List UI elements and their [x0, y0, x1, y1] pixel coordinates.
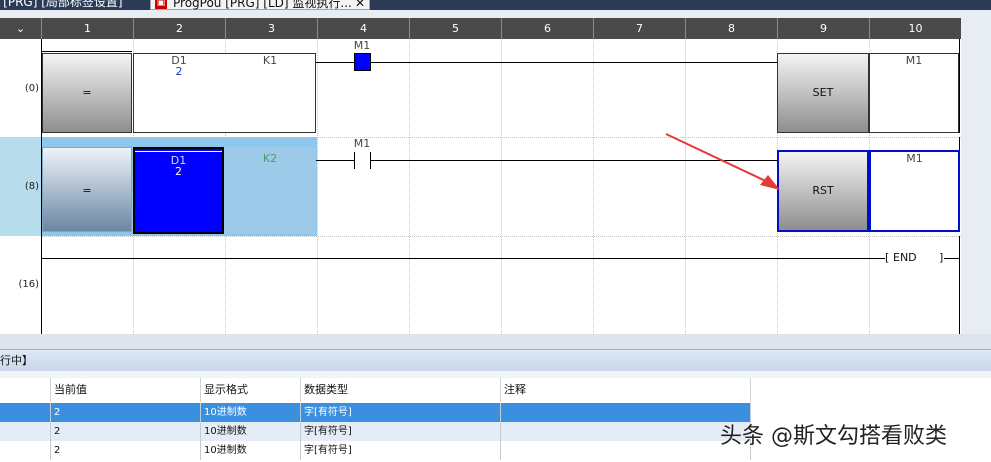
column-header-data-type[interactable]: 数据类型 — [301, 378, 501, 402]
display-format-cell[interactable]: 10进制数 — [201, 422, 301, 441]
watch-title-text: 行中】 — [0, 354, 33, 367]
column-number: 4 — [317, 18, 409, 39]
ladder-editor[interactable]: (0) (8) (16) = D1 2 K1 M1 SET M1 = D1 2 … — [0, 39, 961, 334]
display-format-cell[interactable]: 10进制数 — [201, 403, 301, 422]
tab-progpou-label: ProgPou [PRG] [LD] 监视执行... — [173, 0, 352, 10]
grid-line — [317, 39, 318, 334]
contact-device-label: M1 — [353, 39, 371, 52]
collapse-chevron-icon[interactable]: ⌄ — [0, 18, 41, 39]
row-name-cell — [0, 422, 51, 441]
operand2-device: K1 — [262, 54, 278, 67]
column-number: 10 — [869, 18, 961, 39]
rung-wire — [371, 62, 777, 63]
grid-line — [593, 39, 594, 334]
column-header-display-format[interactable]: 显示格式 — [201, 378, 301, 402]
column-number: 7 — [593, 18, 685, 39]
operand2-cell[interactable]: K2 — [224, 147, 316, 234]
column-header-comment[interactable]: 注释 — [501, 378, 751, 402]
rst-instruction-label: RST — [812, 184, 834, 197]
column-number: 1 — [41, 18, 133, 39]
operand1-current-value: 2 — [175, 165, 182, 178]
data-type-cell[interactable]: 字[有符号] — [301, 422, 501, 441]
step-number: (0) — [24, 83, 39, 94]
column-number: 3 — [225, 18, 317, 39]
operand2-device: K2 — [262, 152, 278, 165]
column-number: 5 — [409, 18, 501, 39]
compare-operator: = — [82, 86, 92, 99]
coil-device: M1 — [905, 54, 923, 67]
column-number: 8 — [685, 18, 777, 39]
compare-instruction-box[interactable]: = — [42, 147, 132, 232]
table-row[interactable]: 2 10进制数 字[有符号] — [0, 441, 751, 460]
document-tab-bar: i [PRG] [局部标签设置] ▣ ProgPou [PRG] [LD] 监视… — [0, 0, 991, 10]
selection-line — [135, 151, 222, 152]
row-name-cell — [0, 403, 51, 422]
rst-instruction-box[interactable]: RST — [777, 150, 869, 232]
rung-wire — [944, 258, 959, 259]
ladder-program-icon: ▣ — [155, 0, 167, 9]
contact-device-label: M1 — [353, 137, 371, 150]
ladder-column-header: ⌄ 1 2 3 4 5 6 7 8 9 10 — [0, 18, 961, 39]
step-number: (16) — [18, 279, 39, 290]
grid-line — [41, 236, 961, 237]
grid-line — [501, 39, 502, 334]
watermark-text: 头条 @斯文勾搭看败类 — [720, 424, 947, 449]
grid-line — [409, 39, 410, 334]
right-power-rail — [959, 39, 960, 133]
energized-contact[interactable] — [354, 53, 371, 71]
compare-instruction-box[interactable]: = — [42, 53, 132, 133]
watch-window-title: 行中】 — [0, 349, 991, 371]
data-type-cell[interactable]: 字[有符号] — [301, 441, 501, 460]
watch-table: 当前值 显示格式 数据类型 注释 2 10进制数 字[有符号] 2 10进制数 … — [0, 378, 751, 462]
row-name-cell — [0, 441, 51, 460]
set-instruction-label: SET — [812, 86, 834, 99]
rung-wire — [42, 51, 132, 52]
comment-cell[interactable] — [501, 422, 751, 441]
operand1-current-value: 2 — [175, 65, 183, 78]
end-label: END — [893, 251, 917, 264]
tab-progpou-ladder[interactable]: ▣ ProgPou [PRG] [LD] 监视执行... ✕ — [150, 0, 370, 10]
table-row[interactable]: 2 10进制数 字[有符号] — [0, 403, 751, 422]
table-row[interactable]: 2 10进制数 字[有符号] — [0, 422, 751, 441]
comment-cell[interactable] — [501, 403, 751, 422]
watch-toolbar-gap — [0, 371, 991, 378]
current-value-cell[interactable]: 2 — [51, 422, 201, 441]
contact-left-bar — [354, 152, 355, 169]
selected-operand-cell[interactable]: D1 2 — [133, 147, 224, 234]
rst-operand-box[interactable]: M1 — [869, 150, 960, 232]
data-type-cell[interactable]: 字[有符号] — [301, 403, 501, 422]
red-annotation-arrow — [665, 133, 780, 190]
right-power-rail — [959, 236, 960, 334]
tab-close-icon[interactable]: ✕ — [355, 0, 365, 10]
set-instruction-box[interactable]: SET — [777, 53, 869, 133]
end-instruction[interactable]: [ END ] — [885, 251, 945, 265]
comment-cell[interactable] — [501, 441, 751, 460]
tab-local-label-settings[interactable]: i [PRG] [局部标签设置] — [0, 0, 123, 10]
column-header[interactable] — [0, 378, 51, 402]
compare-operator: = — [82, 184, 92, 197]
column-header-current-value[interactable]: 当前值 — [51, 378, 201, 402]
compare-operands-box[interactable]: D1 2 K1 — [133, 53, 316, 133]
coil-device: M1 — [906, 152, 923, 165]
rung-wire — [42, 258, 885, 259]
rung-wire — [316, 160, 354, 161]
column-number: 9 — [777, 18, 869, 39]
splitter[interactable] — [0, 334, 991, 349]
current-value-cell[interactable]: 2 — [51, 441, 201, 460]
set-operand-box[interactable]: M1 — [869, 53, 959, 133]
display-format-cell[interactable]: 10进制数 — [201, 441, 301, 460]
column-number: 2 — [133, 18, 225, 39]
current-value-cell[interactable]: 2 — [51, 403, 201, 422]
column-number: 6 — [501, 18, 593, 39]
rung-wire — [316, 62, 354, 63]
step-number: (8) — [24, 181, 39, 192]
